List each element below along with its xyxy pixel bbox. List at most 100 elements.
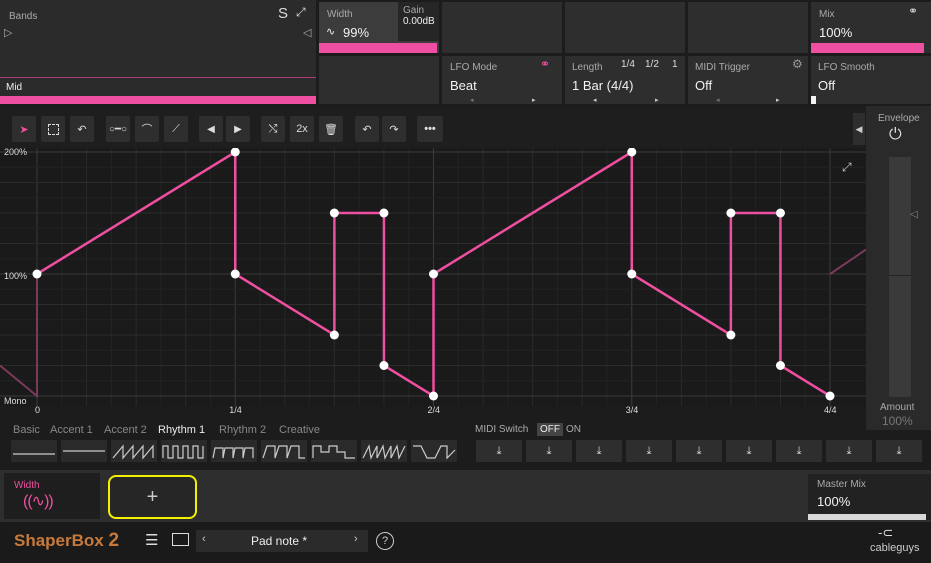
download-slot-button[interactable]: ⤓ (626, 440, 672, 462)
more-button[interactable]: ••• (417, 116, 443, 142)
download-icon: ⤓ (896, 444, 902, 457)
lfo-mode-select[interactable]: LFO Mode ⚭ Beat ◂ ▸ (442, 56, 562, 104)
ramp-tool-button[interactable]: ⟋ (164, 116, 188, 142)
add-icon: + (146, 485, 159, 508)
preset-shape-thumbnail[interactable] (211, 440, 257, 462)
right-arrow-icon[interactable]: ◁ (303, 26, 311, 39)
pointer-tool-button[interactable]: ➤ (12, 116, 36, 142)
preset-tab[interactable]: Rhythm 1 (158, 424, 205, 436)
line-tool-button[interactable]: ○━○ (106, 116, 130, 142)
master-mix-knob[interactable]: Master Mix 100% (808, 474, 931, 520)
width-module-label: Width (14, 480, 40, 491)
length-one[interactable]: 1 (672, 59, 678, 70)
shuffle-button[interactable]: ⤭ (261, 116, 285, 142)
preset-tab[interactable]: Accent 1 (50, 424, 93, 436)
length-half[interactable]: 1/2 (645, 59, 659, 70)
envelope-label: Envelope (878, 113, 920, 124)
preset-browser[interactable]: ‹ Pad note * › (196, 530, 368, 552)
download-slot-button[interactable]: ⤓ (526, 440, 572, 462)
curve-point[interactable] (627, 269, 637, 279)
bands-panel[interactable]: Bands S ⤢ ▷ ◁ Mid (0, 0, 316, 104)
curve-point[interactable] (775, 208, 785, 218)
download-slot-button[interactable]: ⤓ (826, 440, 872, 462)
length-quarter[interactable]: 1/4 (621, 59, 635, 70)
link-icon[interactable]: ⚭ (540, 57, 550, 71)
prev-icon[interactable]: ◂ (470, 96, 474, 104)
width-module-tab[interactable]: Width ((∿)) (4, 473, 100, 519)
left-arrow-icon[interactable]: ▷ (4, 26, 12, 39)
preset-shape-thumbnail[interactable] (11, 440, 57, 462)
midi-off-button[interactable]: OFF (537, 423, 563, 436)
gain-value: 0.00dB (403, 16, 435, 27)
next-icon[interactable]: ▸ (532, 96, 536, 104)
preset-shape-thumbnail[interactable] (311, 440, 357, 462)
preset-shape-thumbnail[interactable] (261, 440, 307, 462)
redo-button[interactable]: ↷ (382, 116, 406, 142)
curve-point[interactable] (329, 208, 339, 218)
power-icon[interactable]: ⏻ (889, 126, 902, 144)
lfo-smooth-knob[interactable]: LFO Smooth Off (811, 56, 931, 104)
gear-icon[interactable]: ⚙ (792, 57, 803, 71)
download-slot-button[interactable]: ⤓ (476, 440, 522, 462)
slider-handle-icon[interactable]: ◁ (910, 209, 918, 220)
preset-tab[interactable]: Rhythm 2 (219, 424, 266, 436)
curve-point[interactable] (429, 391, 438, 401)
logo-text: ShaperBox (14, 531, 104, 550)
curve-point[interactable] (726, 330, 736, 340)
next-icon[interactable]: ▸ (776, 96, 780, 104)
preset-tab[interactable]: Accent 2 (104, 424, 147, 436)
download-slot-button[interactable]: ⤓ (876, 440, 922, 462)
length-select[interactable]: Length 1/4 1/2 1 1 Bar (4/4) ◂ ▸ (565, 56, 685, 104)
solo-button[interactable]: S (278, 5, 288, 22)
curve-point[interactable] (379, 361, 389, 370)
mix-label: Mix (819, 9, 835, 20)
preset-shape-thumbnail[interactable] (161, 440, 207, 462)
preset-tab[interactable]: Basic (13, 424, 40, 436)
preset-shape-thumbnail[interactable] (411, 440, 457, 462)
help-button[interactable]: ? (376, 532, 394, 550)
preset-shape-thumbnail[interactable] (111, 440, 157, 462)
preset-tab[interactable]: Creative (279, 424, 320, 436)
envelope-collapse-button[interactable]: ◀ (853, 113, 865, 145)
prev-icon[interactable]: ◂ (716, 96, 720, 104)
download-slot-button[interactable]: ⤓ (776, 440, 822, 462)
prev-icon[interactable]: ◂ (593, 96, 597, 104)
prev-preset-icon[interactable]: ‹ (202, 533, 206, 545)
preset-shape-thumbnail[interactable] (61, 440, 107, 462)
curve-point[interactable] (32, 269, 42, 279)
shift-left-button[interactable]: ◀ (199, 116, 223, 142)
menu-icon[interactable]: ☰ (145, 531, 158, 549)
link-icon[interactable]: ⚭ (908, 4, 918, 18)
preset-shape-thumbnail[interactable] (361, 440, 407, 462)
double-button[interactable]: 2x (290, 116, 314, 142)
curve-point[interactable] (230, 269, 240, 279)
undo-button[interactable]: ↶ (355, 116, 379, 142)
download-slot-button[interactable]: ⤓ (576, 440, 622, 462)
add-module-button[interactable]: + (108, 475, 197, 519)
select-tool-button[interactable] (41, 116, 65, 142)
amount-slider[interactable] (889, 157, 911, 397)
gain-knob[interactable]: Gain 0.00dB (398, 2, 439, 41)
mix-knob[interactable]: Mix ⚭ 100% (811, 2, 931, 53)
curve-point[interactable] (775, 361, 785, 370)
expand-graph-icon[interactable]: ⤢ (842, 160, 852, 175)
curve-point[interactable] (429, 269, 438, 279)
next-icon[interactable]: ▸ (655, 96, 659, 104)
x-axis-label: 2/4 (427, 405, 441, 415)
download-slot-button[interactable]: ⤓ (676, 440, 722, 462)
curve-point[interactable] (379, 208, 389, 218)
midi-trigger-select[interactable]: MIDI Trigger ⚙ Off ◂ ▸ (688, 56, 808, 104)
curve-tool-button[interactable]: ⌒ (135, 116, 159, 142)
folder-icon[interactable] (172, 533, 189, 546)
draw-tool-button[interactable]: ↶ (70, 116, 94, 142)
midi-on-button[interactable]: ON (566, 424, 581, 435)
expand-icon[interactable]: ⤢ (296, 5, 306, 20)
delete-button[interactable]: 🗑 (319, 116, 343, 142)
curve-point[interactable] (726, 208, 736, 218)
curve-point[interactable] (329, 330, 339, 340)
curve-point[interactable] (825, 391, 835, 401)
lfo-graph[interactable] (0, 148, 866, 406)
next-preset-icon[interactable]: › (354, 533, 358, 545)
shift-right-button[interactable]: ▶ (226, 116, 250, 142)
download-slot-button[interactable]: ⤓ (726, 440, 772, 462)
